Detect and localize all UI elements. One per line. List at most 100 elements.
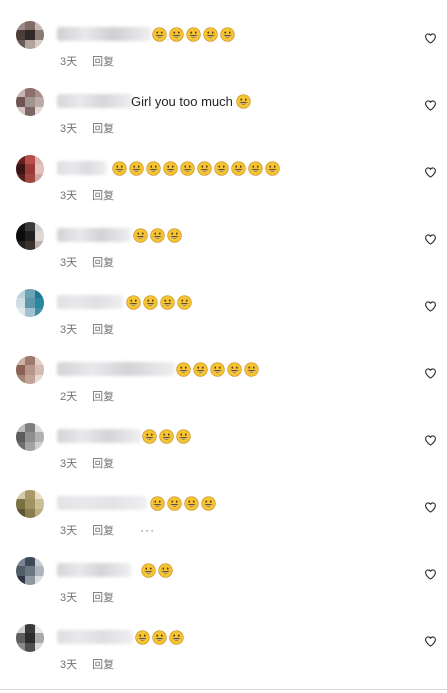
- username-redacted[interactable]: [57, 630, 133, 644]
- comment-text: Girl you too much: [131, 93, 233, 109]
- reply-button[interactable]: 回复: [92, 589, 114, 605]
- comment-body: [132, 626, 186, 648]
- username-redacted[interactable]: [57, 563, 131, 577]
- username-redacted[interactable]: [57, 429, 141, 443]
- comment-item: 3天 回复: [0, 554, 447, 614]
- avatar[interactable]: [16, 88, 44, 116]
- grinning-face-emoji: [231, 160, 246, 176]
- comment-body: [147, 492, 218, 514]
- timestamp: 2天: [60, 391, 78, 403]
- grinning-face-emoji: [126, 294, 141, 310]
- reply-button[interactable]: 回复: [92, 522, 114, 538]
- timestamp: 3天: [60, 257, 78, 269]
- avatar[interactable]: [16, 289, 44, 317]
- comment-body: [123, 291, 194, 313]
- grinning-face-emoji: [236, 93, 251, 109]
- username-redacted[interactable]: [57, 161, 107, 175]
- reply-button[interactable]: 回复: [92, 120, 114, 136]
- comment-meta: 3天 回复: [60, 53, 114, 69]
- reply-button[interactable]: 回复: [92, 656, 114, 672]
- grinning-face-emoji: [152, 26, 167, 42]
- comment-item: 3天 回复: [0, 219, 447, 279]
- emoji-group: [236, 93, 253, 109]
- heart-outline-icon[interactable]: [424, 300, 437, 313]
- grinning-face-emoji: [265, 160, 280, 176]
- avatar[interactable]: [16, 21, 44, 49]
- grinning-face-emoji: [141, 562, 156, 578]
- heart-outline-icon[interactable]: [424, 166, 437, 179]
- grinning-face-emoji: [112, 160, 127, 176]
- timestamp: 3天: [60, 525, 78, 537]
- heart-outline-icon[interactable]: [424, 99, 437, 112]
- grinning-face-emoji: [160, 294, 175, 310]
- grinning-face-emoji: [210, 361, 225, 377]
- username-redacted[interactable]: [57, 295, 123, 309]
- username-redacted[interactable]: [57, 228, 131, 242]
- heart-outline-icon[interactable]: [424, 32, 437, 45]
- comment-item: Girl you too much 3天 回复: [0, 85, 447, 145]
- reply-button[interactable]: 回复: [92, 53, 114, 69]
- avatar[interactable]: [16, 423, 44, 451]
- avatar[interactable]: [16, 490, 44, 518]
- heart-outline-icon[interactable]: [424, 635, 437, 648]
- grinning-face-emoji: [248, 160, 263, 176]
- reply-button[interactable]: 回复: [92, 321, 114, 337]
- comment-meta: 3天 回复: [60, 120, 114, 136]
- comment-body: [109, 157, 282, 179]
- comment-item: 3天 回复: [0, 152, 447, 212]
- grinning-face-emoji: [167, 227, 182, 243]
- reply-button[interactable]: 回复: [92, 187, 114, 203]
- grinning-face-emoji: [133, 227, 148, 243]
- emoji-group: [126, 294, 194, 310]
- emoji-group: [142, 428, 193, 444]
- ellipsis-icon[interactable]: ···: [140, 523, 155, 537]
- emoji-group: [152, 26, 237, 42]
- comment-item: 3天 回复: [0, 420, 447, 480]
- grinning-face-emoji: [135, 629, 150, 645]
- grinning-face-emoji: [150, 495, 165, 511]
- comment-body: [130, 224, 184, 246]
- username-redacted[interactable]: [57, 94, 133, 108]
- timestamp: 3天: [60, 659, 78, 671]
- heart-outline-icon[interactable]: [424, 233, 437, 246]
- grinning-face-emoji: [129, 160, 144, 176]
- comment-item: 3天 回复: [0, 286, 447, 346]
- grinning-face-emoji: [220, 26, 235, 42]
- username-redacted[interactable]: [57, 496, 147, 510]
- comment-meta: 3天 回复 ···: [60, 522, 155, 538]
- emoji-group: [112, 160, 282, 176]
- comment-body: Girl you too much: [131, 90, 253, 112]
- grinning-face-emoji: [163, 160, 178, 176]
- timestamp: 3天: [60, 458, 78, 470]
- grinning-face-emoji: [142, 428, 157, 444]
- grinning-face-emoji: [214, 160, 229, 176]
- avatar[interactable]: [16, 557, 44, 585]
- grinning-face-emoji: [197, 160, 212, 176]
- heart-outline-icon[interactable]: [424, 501, 437, 514]
- avatar[interactable]: [16, 356, 44, 384]
- divider: [0, 689, 447, 690]
- reply-button[interactable]: 回复: [92, 388, 114, 404]
- timestamp: 3天: [60, 56, 78, 68]
- avatar[interactable]: [16, 155, 44, 183]
- username-redacted[interactable]: [57, 27, 151, 41]
- grinning-face-emoji: [244, 361, 259, 377]
- comment-body: [138, 559, 175, 581]
- grinning-face-emoji: [176, 428, 191, 444]
- username-redacted[interactable]: [57, 362, 175, 376]
- grinning-face-emoji: [203, 26, 218, 42]
- comment-meta: 3天 回复: [60, 254, 114, 270]
- grinning-face-emoji: [150, 227, 165, 243]
- reply-button[interactable]: 回复: [92, 254, 114, 270]
- emoji-group: [141, 562, 175, 578]
- comment-item: 3天 回复 ···: [0, 487, 447, 547]
- heart-outline-icon[interactable]: [424, 568, 437, 581]
- heart-outline-icon[interactable]: [424, 434, 437, 447]
- reply-button[interactable]: 回复: [92, 455, 114, 471]
- grinning-face-emoji: [143, 294, 158, 310]
- avatar[interactable]: [16, 624, 44, 652]
- comment-meta: 2天 回复: [60, 388, 114, 404]
- heart-outline-icon[interactable]: [424, 367, 437, 380]
- timestamp: 3天: [60, 190, 78, 202]
- avatar[interactable]: [16, 222, 44, 250]
